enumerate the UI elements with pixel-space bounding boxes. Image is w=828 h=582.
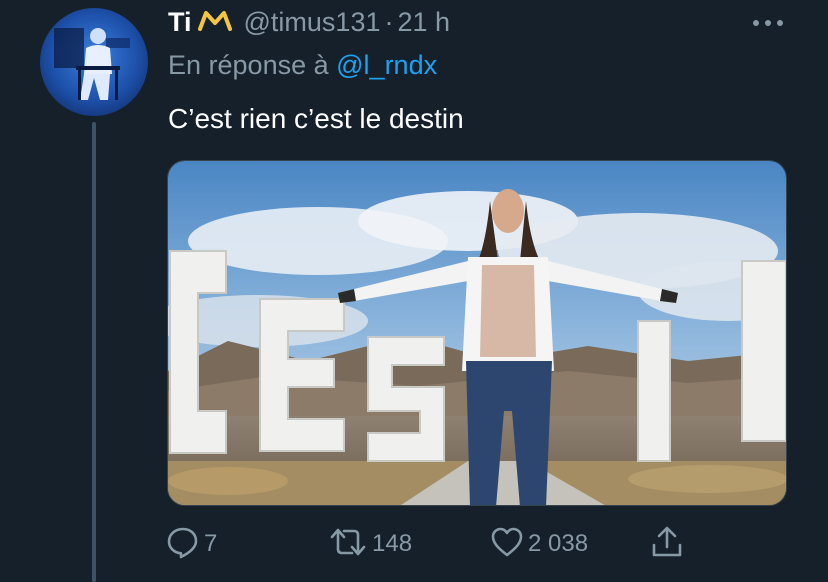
share-button[interactable] [650,522,684,566]
reply-mention-link[interactable]: @l_rndx [336,50,437,80]
tweet-header: Ti @timus131 · 21 h [168,2,768,42]
separator-dot: · [384,6,394,37]
avatar[interactable] [40,8,148,116]
reply-count: 7 [204,530,218,557]
retweet-icon [328,525,368,564]
crown-icon [197,7,232,38]
retweet-count: 148 [372,530,413,557]
like-count: 2 038 [528,530,589,557]
share-icon [650,525,684,564]
tweet-image[interactable] [167,160,787,506]
avatar-photo [54,28,130,100]
timestamp[interactable]: 21 h [397,7,450,38]
reply-context: En réponse à @l_rndx [168,50,437,81]
user-handle[interactable]: @timus131 [244,7,381,38]
like-button[interactable]: 2 038 [490,522,588,566]
destin-meme-image [168,161,786,505]
display-name[interactable]: Ti [168,7,192,38]
heart-icon [490,526,524,563]
reply-icon [166,525,200,564]
retweet-button[interactable]: 148 [328,522,412,566]
tweet-text: C’est rien c’est le destin [168,103,464,134]
more-options-icon[interactable] [748,8,788,38]
reply-button[interactable]: 7 [166,522,217,566]
thread-line [92,122,96,582]
reply-prefix: En réponse à [168,50,329,80]
tweet-actions: 7 148 2 038 [166,522,726,566]
